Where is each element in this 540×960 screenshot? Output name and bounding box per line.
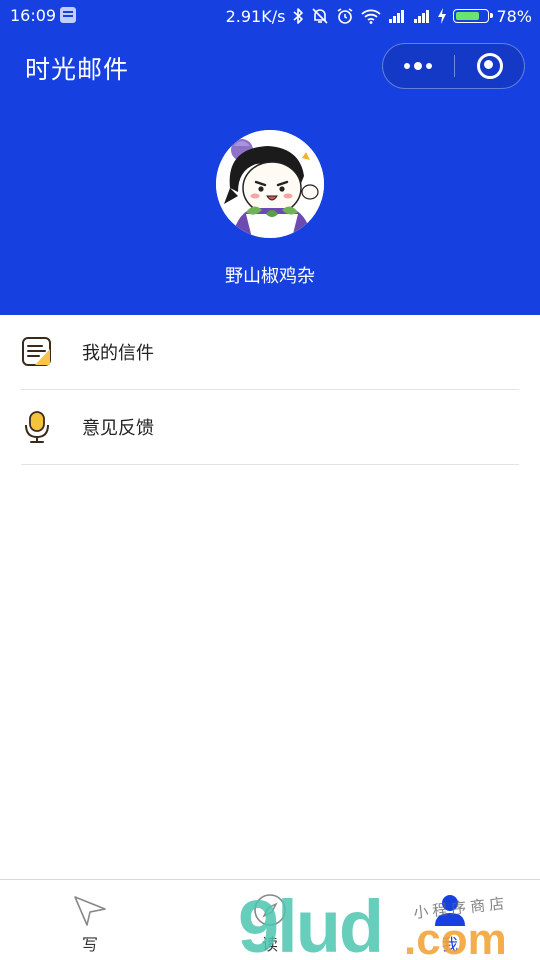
tab-read[interactable]: 读 bbox=[180, 880, 360, 960]
avatar-illustration bbox=[216, 130, 324, 238]
status-indicators: 2.91K/s 78% bbox=[226, 5, 532, 27]
tab-label: 写 bbox=[81, 935, 98, 954]
wifi-icon bbox=[361, 9, 382, 24]
tab-me[interactable]: 我 bbox=[360, 880, 540, 960]
signal-icon bbox=[389, 10, 405, 23]
menu-list: 我的信件 意见反馈 bbox=[0, 315, 540, 465]
paper-plane-icon bbox=[74, 896, 106, 926]
menu-item-my-letters[interactable]: 我的信件 bbox=[21, 315, 519, 390]
alarm-icon bbox=[337, 8, 353, 24]
status-bar: 16:09 2.91K/s 78% bbox=[0, 0, 540, 32]
microphone-icon bbox=[25, 411, 49, 443]
tab-label: 读 bbox=[261, 935, 278, 954]
menu-item-feedback[interactable]: 意见反馈 bbox=[21, 390, 519, 465]
compass-icon bbox=[254, 894, 286, 926]
notification-icon bbox=[60, 7, 76, 23]
app-title: 时光邮件 bbox=[25, 55, 130, 84]
network-speed: 2.91K/s bbox=[225, 6, 286, 26]
menu-item-label: 我的信件 bbox=[82, 343, 154, 364]
status-time: 16:09 bbox=[10, 6, 57, 25]
more-dots-icon[interactable] bbox=[383, 44, 453, 88]
profile-header: 时光邮件 野山椒鸡杂 bbox=[0, 32, 540, 315]
target-close-icon[interactable] bbox=[455, 44, 525, 88]
charging-icon bbox=[438, 8, 447, 24]
bluetooth-icon bbox=[293, 8, 304, 24]
avatar[interactable] bbox=[216, 130, 324, 238]
screen: 16:09 2.91K/s 78% 时光邮件 野山椒鸡杂 我的信件 意见反馈 写… bbox=[0, 0, 540, 960]
username: 野山椒鸡杂 bbox=[225, 266, 315, 287]
signal-icon-2 bbox=[414, 10, 430, 23]
battery-level bbox=[456, 12, 479, 20]
battery-icon bbox=[453, 9, 494, 23]
battery-percent: 78% bbox=[496, 6, 532, 26]
menu-item-label: 意见反馈 bbox=[82, 418, 154, 439]
mini-program-capsule bbox=[382, 43, 525, 89]
tab-write[interactable]: 写 bbox=[0, 880, 180, 960]
person-icon bbox=[435, 895, 465, 926]
mute-icon bbox=[312, 8, 329, 24]
tab-bar: 写 读 我 bbox=[0, 879, 540, 960]
letter-note-icon bbox=[22, 337, 51, 366]
tab-label: 我 bbox=[441, 935, 458, 954]
